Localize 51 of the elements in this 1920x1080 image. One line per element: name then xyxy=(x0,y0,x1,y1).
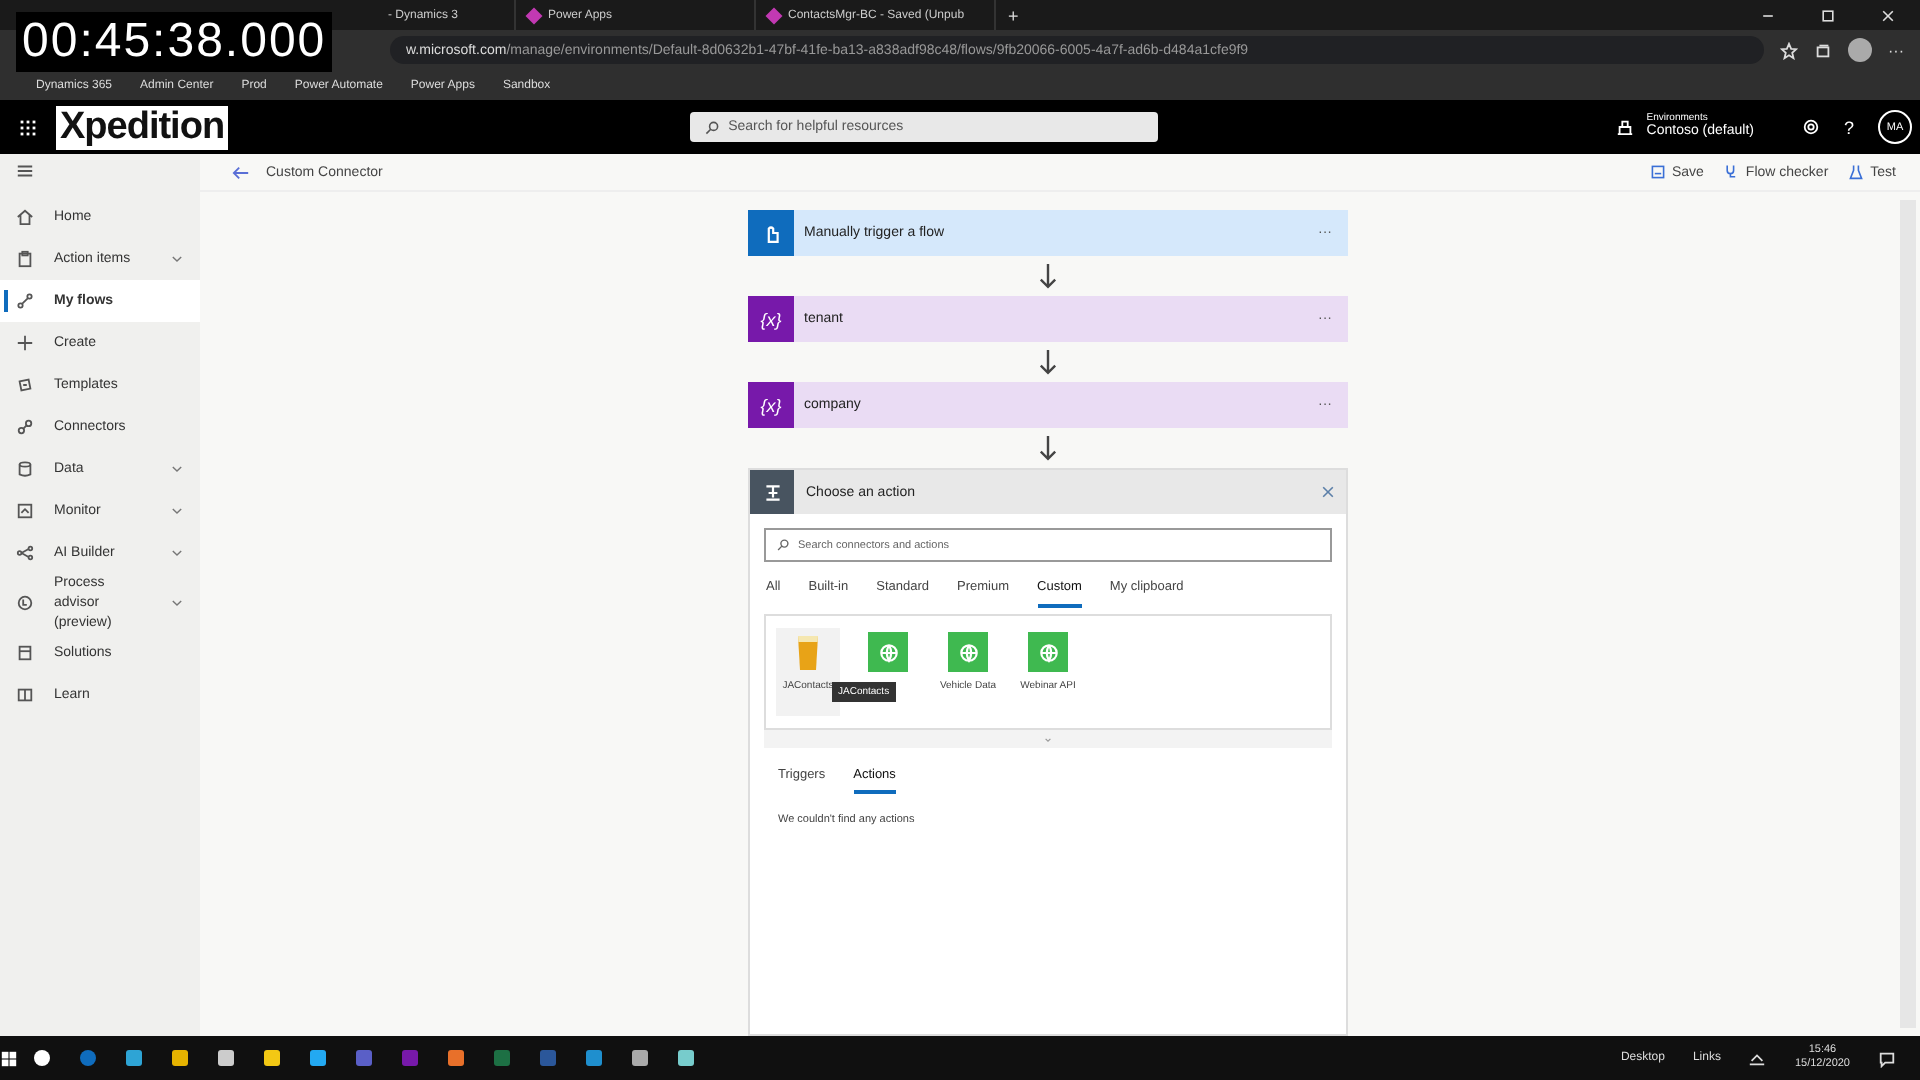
globe-icon-shape xyxy=(957,641,979,663)
monitor-icon xyxy=(16,502,34,520)
tab-favicon-icon xyxy=(765,6,783,24)
database-icon xyxy=(16,460,34,478)
close-icon xyxy=(1880,7,1896,23)
search-icon xyxy=(704,119,721,135)
maximize-icon xyxy=(1820,7,1836,23)
stethoscope-icon xyxy=(1723,164,1740,180)
menu-icon xyxy=(16,162,34,180)
help-button[interactable]: ? xyxy=(1843,117,1854,137)
chevron-down-icon xyxy=(170,252,184,266)
new-tab-button[interactable]: + xyxy=(996,5,1031,25)
favorite-icon xyxy=(1780,41,1798,59)
glass-icon xyxy=(794,632,822,672)
chevron-down-icon xyxy=(170,504,184,518)
branch-icon xyxy=(16,544,34,562)
globe-icon-shape xyxy=(877,641,899,663)
save-icon xyxy=(1649,164,1666,180)
clock-icon xyxy=(16,594,34,613)
flow-icon xyxy=(16,292,34,310)
close-button[interactable] xyxy=(1320,484,1336,500)
document-icon xyxy=(16,644,34,663)
link-icon xyxy=(16,418,34,436)
environment-icon xyxy=(1616,118,1635,136)
tab-favicon-icon xyxy=(525,6,543,24)
chevron-down-icon xyxy=(1042,733,1054,745)
app-launcher-icon xyxy=(18,117,38,137)
windows-icon xyxy=(0,1049,18,1067)
brand-logo: Xpedition xyxy=(56,105,229,149)
chevron-down-icon xyxy=(170,596,184,611)
settings-icon xyxy=(1801,118,1820,136)
globe-icon-shape xyxy=(1037,641,1059,663)
home-icon xyxy=(16,208,34,226)
template-icon xyxy=(16,376,34,394)
search-icon xyxy=(776,538,790,552)
variable-icon: {x} xyxy=(748,382,794,428)
flask-icon xyxy=(1848,164,1865,180)
back-icon xyxy=(232,163,250,181)
profile-avatar[interactable] xyxy=(1848,38,1872,62)
action-icon xyxy=(761,481,783,503)
book-icon xyxy=(16,686,34,705)
chevron-down-icon xyxy=(170,546,184,560)
browser-menu-button[interactable]: ··· xyxy=(1888,41,1904,59)
timecode: 00:45:38.000 xyxy=(16,12,333,72)
collections-icon xyxy=(1814,41,1832,59)
chevron-down-icon xyxy=(170,462,184,476)
clipboard-icon xyxy=(16,250,34,268)
plus-icon xyxy=(16,334,34,352)
close-icon xyxy=(1320,484,1336,500)
variable-icon: {x} xyxy=(748,296,794,342)
notification-icon xyxy=(1878,1049,1896,1067)
